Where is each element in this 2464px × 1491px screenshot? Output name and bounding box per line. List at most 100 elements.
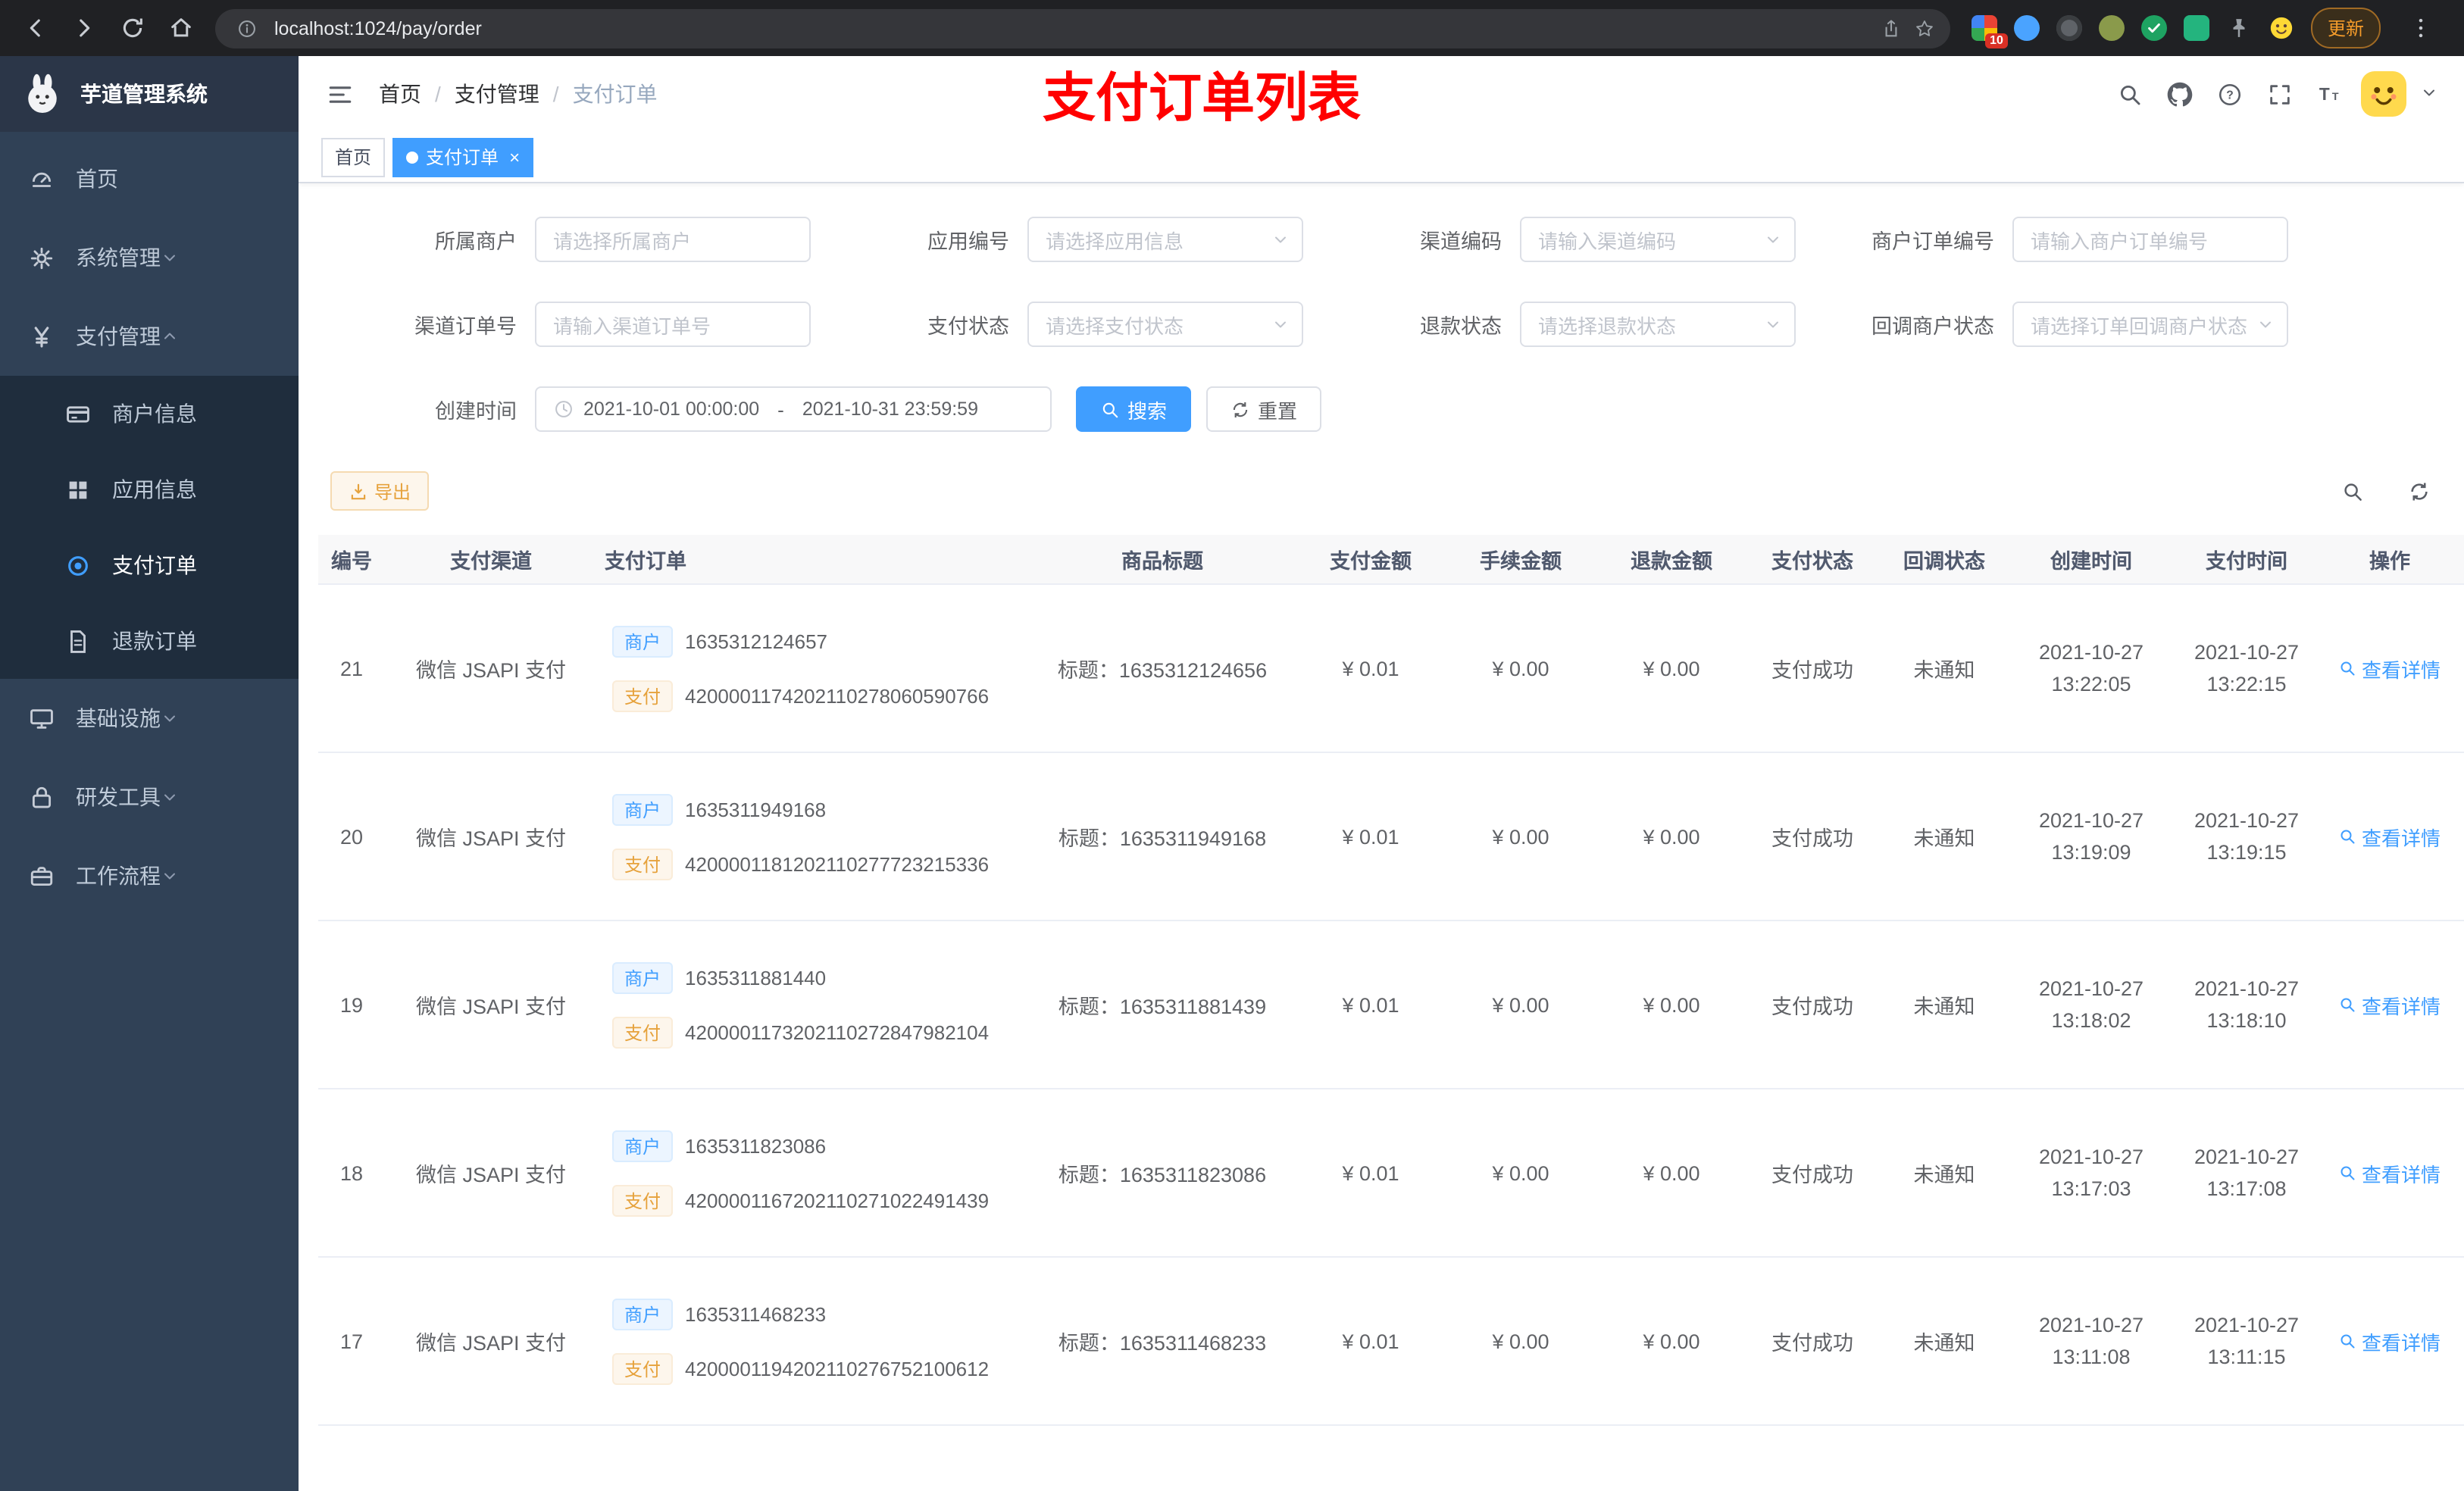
filter-select-1-3[interactable]: 请选择订单回调商户状态 <box>2012 302 2288 347</box>
home-icon[interactable] <box>158 5 203 51</box>
sidebar-submenu: 商户信息应用信息支付订单退款订单 <box>0 376 299 679</box>
sidebar-item-4[interactable]: 研发工具 <box>0 758 299 836</box>
chevron-down-icon[interactable] <box>2420 83 2441 105</box>
sidebar-subitem-label: 支付订单 <box>112 553 197 577</box>
sidebar-item-label: 基础设施 <box>76 706 161 730</box>
github-icon[interactable] <box>2161 76 2197 112</box>
filter-label: 支付状态 <box>927 315 1009 338</box>
view-detail-link[interactable]: 查看详情 <box>2339 1327 2441 1355</box>
back-icon[interactable] <box>12 5 58 51</box>
reset-button[interactable]: 重置 <box>1206 386 1322 432</box>
filter-select-1-2[interactable]: 请选择退款状态 <box>1520 302 1796 347</box>
filter-select-0-0[interactable]: 请选择所属商户 <box>535 217 811 262</box>
close-icon[interactable]: × <box>509 146 520 167</box>
table-cell: 2021-10-27 13:17:08 <box>2172 1089 2322 1256</box>
placeholder-text: 请选择订单回调商户状态 <box>2031 314 2248 337</box>
extension-blue-icon[interactable] <box>2013 15 2040 41</box>
reload-icon[interactable] <box>109 5 155 51</box>
filter-label: 应用编号 <box>927 230 1009 253</box>
breadcrumb-item[interactable]: 支付管理 <box>455 79 539 109</box>
sidebar-item-5[interactable]: 工作流程 <box>0 836 299 915</box>
app-logo[interactable]: 芋道管理系统 <box>0 56 299 132</box>
date-range-input[interactable]: 2021-10-01 00:00:00 - 2021-10-31 23:59:5… <box>535 386 1052 432</box>
refund-amount: ¥ 0.00 <box>1643 1330 1700 1352</box>
sidebar-subitem-2-0[interactable]: 商户信息 <box>0 376 299 452</box>
svg-text:T: T <box>2319 83 2329 103</box>
app-title: 芋道管理系统 <box>80 82 208 106</box>
sidebar-item-0[interactable]: 首页 <box>0 139 299 218</box>
navbar: 首页 / 支付管理 / 支付订单 支付订单列表 ? TT <box>299 56 2464 132</box>
hamburger-icon[interactable] <box>321 76 358 112</box>
search-button-label: 搜索 <box>1127 399 1168 422</box>
search-button[interactable]: 搜索 <box>1076 386 1192 432</box>
view-detail-link[interactable]: 查看详情 <box>2339 1158 2441 1187</box>
export-button[interactable]: 导出 <box>330 471 430 511</box>
avatar-icon[interactable] <box>2361 71 2406 117</box>
sidebar-item-2[interactable]: 支付管理 <box>0 297 299 376</box>
filter-select-0-2[interactable]: 请输入渠道编码 <box>1520 217 1796 262</box>
table-cell: 2021-10-27 13:17:03 <box>2011 1089 2172 1256</box>
search-toggle-icon[interactable] <box>2334 473 2370 509</box>
extension-olive-icon[interactable] <box>2098 15 2125 41</box>
column-header-4: 支付金额 <box>1296 535 1446 583</box>
breadcrumb-item[interactable]: 首页 <box>379 79 421 109</box>
filter-item-1-0: 渠道订单号 请输入渠道订单号 <box>318 302 811 347</box>
view-detail-link[interactable]: 查看详情 <box>2339 654 2441 683</box>
more-menu-icon[interactable] <box>2397 5 2443 51</box>
font-size-icon[interactable]: TT <box>2311 76 2347 112</box>
chrome-update-button[interactable]: 更新 <box>2310 8 2381 48</box>
table-cell: 未通知 <box>1878 1089 2011 1256</box>
sidebar-subitem-2-2[interactable]: 支付订单 <box>0 527 299 603</box>
tab-0[interactable]: 首页 <box>321 137 386 177</box>
sidebar-subitem-label: 应用信息 <box>112 477 197 502</box>
sidebar-item-3[interactable]: 基础设施 <box>0 679 299 758</box>
column-header-7: 支付状态 <box>1747 535 1878 583</box>
table-cell: 2021-10-27 13:19:15 <box>2172 753 2322 920</box>
extension-gray-icon[interactable] <box>2056 15 2082 41</box>
column-header-label: 支付金额 <box>1330 550 1412 573</box>
table-cell: 未通知 <box>1878 921 2011 1088</box>
forward-icon[interactable] <box>61 5 106 51</box>
fee-amount: ¥ 0.00 <box>1492 657 1549 680</box>
table-cell: 商户 1635312124657 支付 42000011742021102780605… <box>597 585 1029 752</box>
sidebar-subitem-2-1[interactable]: 应用信息 <box>0 452 299 527</box>
pin-icon[interactable] <box>2226 15 2252 41</box>
clock-icon <box>553 399 574 420</box>
goods-title: 标题：1635311823086 <box>1058 1164 1267 1186</box>
table-cell: ¥ 0.01 <box>1296 1258 1446 1424</box>
filter-select-1-1[interactable]: 请选择支付状态 <box>1027 302 1303 347</box>
refresh-icon[interactable] <box>2400 473 2437 509</box>
filter-input-0-3[interactable]: 请输入商户订单编号 <box>2012 217 2288 262</box>
gear-icon <box>29 245 55 270</box>
sidebar-item-1[interactable]: 系统管理 <box>0 218 299 297</box>
sidebar-subitem-label: 退款订单 <box>112 629 197 653</box>
order-id: 19 <box>339 993 364 1016</box>
text: 2021-10-27 <box>2194 1314 2300 1336</box>
table-cell: 商户 1635311949168 支付 42000011812021102777232… <box>597 753 1029 920</box>
search-icon[interactable] <box>2111 76 2147 112</box>
table-cell: 微信 JSAPI 支付 <box>385 585 597 752</box>
filter-input-1-0[interactable]: 请输入渠道订单号 <box>535 302 811 347</box>
info-icon[interactable] <box>230 11 264 45</box>
column-header-3: 商品标题 <box>1029 535 1296 583</box>
sidebar-subitem-2-3[interactable]: 退款订单 <box>0 603 299 679</box>
notify-status: 未通知 <box>1913 996 1975 1018</box>
extension-colorful-icon[interactable]: 10 <box>1971 15 2008 48</box>
filter-select-0-1[interactable]: 请选择应用信息 <box>1027 217 1303 262</box>
pay-time: 2021-10-27 13:17:08 <box>2194 1141 2299 1205</box>
pay-tag: 支付 <box>612 1184 674 1216</box>
view-detail-link[interactable]: 查看详情 <box>2339 822 2441 851</box>
extension-green-icon[interactable] <box>2183 15 2209 41</box>
text: 2021-10-27 <box>2038 809 2144 832</box>
fullscreen-icon[interactable] <box>2261 76 2297 112</box>
refund-amount: ¥ 0.00 <box>1643 993 1700 1016</box>
extension-check-icon[interactable] <box>2140 15 2167 41</box>
column-header-label: 商品标题 <box>1121 550 1203 573</box>
url-bar[interactable]: localhost:1024/pay/order <box>215 8 1950 48</box>
share-icon[interactable] <box>1875 11 1908 45</box>
star-icon[interactable] <box>1908 11 1941 45</box>
tab-1[interactable]: 支付订单 × <box>392 137 534 177</box>
help-icon[interactable]: ? <box>2211 76 2247 112</box>
view-detail-link[interactable]: 查看详情 <box>2339 990 2441 1019</box>
profile-emoji-icon[interactable] <box>2269 15 2294 41</box>
